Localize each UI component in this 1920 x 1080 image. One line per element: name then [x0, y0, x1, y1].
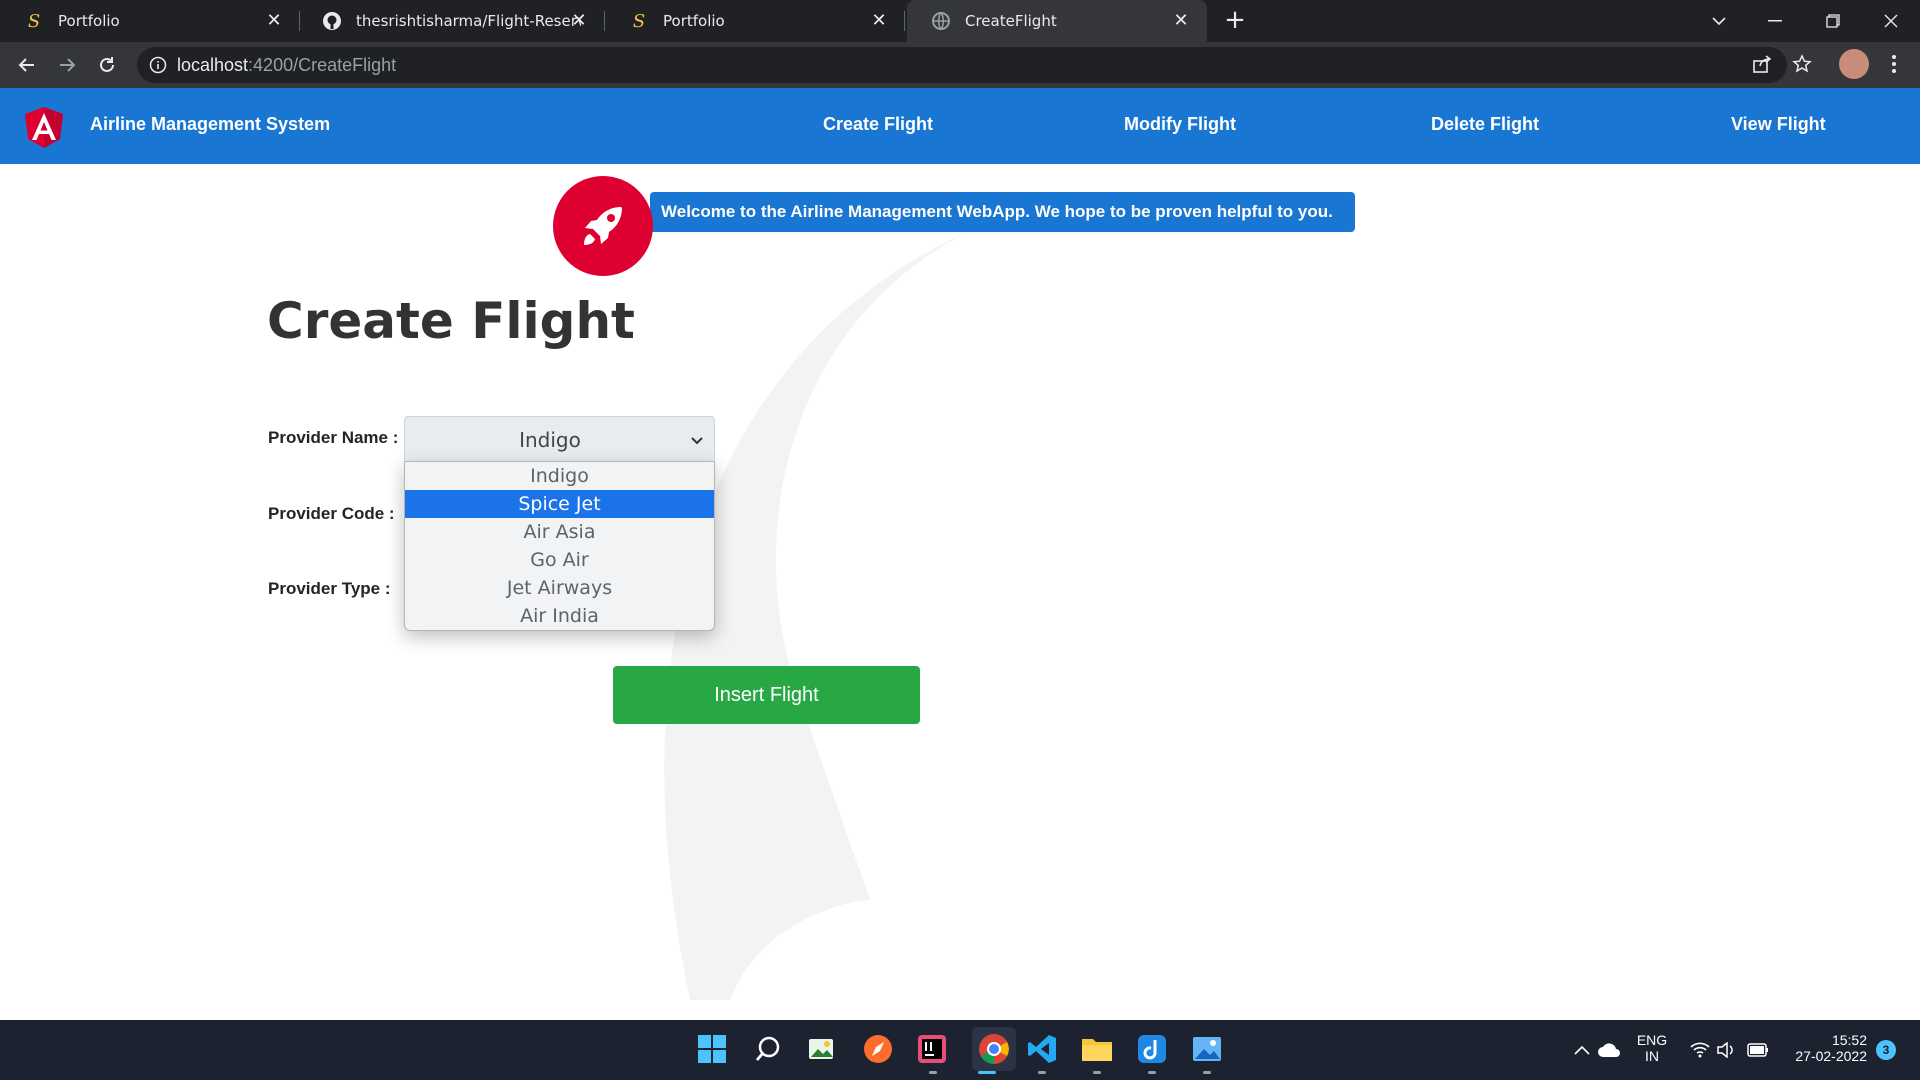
photo-editor-icon[interactable] [805, 1033, 837, 1065]
intellij-icon[interactable] [916, 1033, 948, 1065]
welcome-text: Welcome to the Airline Management WebApp… [661, 202, 1333, 221]
running-indicator [1093, 1071, 1101, 1074]
url-text: localhost:4200/CreateFlight [177, 55, 396, 76]
vscode-icon[interactable] [1026, 1033, 1058, 1065]
angular-logo-icon[interactable] [24, 106, 64, 148]
page-title: Create Flight [267, 292, 635, 350]
onedrive-cloud-icon[interactable] [1593, 1034, 1625, 1066]
tab-search-chevron-icon[interactable] [1704, 6, 1734, 36]
close-window-icon[interactable] [1876, 6, 1906, 36]
tab-portfolio-1[interactable]: S Portfolio ✕ [0, 0, 300, 42]
clock-time: 15:52 [1831, 1032, 1867, 1048]
site-info-icon[interactable] [149, 56, 167, 74]
option-indigo[interactable]: Indigo [405, 462, 714, 490]
running-indicator [1038, 1071, 1046, 1074]
url-path: :4200/CreateFlight [248, 55, 397, 75]
chrome-icon[interactable] [972, 1027, 1016, 1071]
language-indicator[interactable]: ENG IN [1632, 1032, 1672, 1064]
provider-name-label: Provider Name : [268, 428, 399, 447]
clock-date: 27-02-2022 [1795, 1048, 1867, 1064]
tab-title: thesrishtisharma/Flight-Reservati [356, 12, 581, 30]
option-air-asia[interactable]: Air Asia [405, 518, 714, 546]
volume-icon[interactable] [1711, 1034, 1743, 1066]
jdownloader-icon[interactable] [1136, 1033, 1168, 1065]
minimize-icon[interactable] [1760, 6, 1790, 36]
portfolio-s-icon: S [632, 10, 646, 32]
url-host: localhost [177, 55, 249, 75]
notification-badge[interactable]: 3 [1876, 1040, 1896, 1060]
tab-title: Portfolio [58, 12, 120, 30]
chevron-down-icon [691, 437, 703, 445]
option-go-air[interactable]: Go Air [405, 546, 714, 574]
file-explorer-icon[interactable] [1081, 1033, 1113, 1065]
share-icon[interactable] [1748, 50, 1776, 78]
browser-toolbar: localhost:4200/CreateFlight [0, 42, 1920, 88]
brand-title[interactable]: Airline Management System [90, 114, 330, 135]
welcome-banner: Welcome to the Airline Management WebApp… [650, 192, 1355, 232]
tab-title: Portfolio [663, 12, 725, 30]
new-tab-icon[interactable]: + [1222, 7, 1248, 34]
github-icon [322, 11, 342, 31]
globe-icon [931, 11, 951, 31]
option-air-india[interactable]: Air India [405, 602, 714, 630]
tab-strip: S Portfolio ✕ thesrishtisharma/Flight-Re… [0, 0, 1920, 42]
windows-start-icon[interactable] [696, 1033, 728, 1065]
running-indicator [1203, 1071, 1211, 1074]
address-bar[interactable]: localhost:4200/CreateFlight [137, 47, 1787, 83]
battery-icon[interactable] [1742, 1034, 1774, 1066]
close-icon[interactable]: ✕ [1171, 11, 1191, 31]
provider-name-select[interactable]: Indigo [404, 416, 715, 463]
nav-view-flight[interactable]: View Flight [1731, 114, 1826, 135]
search-icon[interactable] [752, 1033, 784, 1065]
back-arrow-icon[interactable] [13, 51, 41, 79]
photos-icon[interactable] [1191, 1033, 1223, 1065]
tab-portfolio-2[interactable]: S Portfolio ✕ [605, 0, 905, 42]
provider-name-value: Indigo [519, 428, 581, 452]
tab-createflight[interactable]: CreateFlight ✕ [907, 0, 1207, 42]
close-icon[interactable]: ✕ [264, 11, 284, 31]
active-indicator [978, 1071, 996, 1074]
portfolio-s-icon: S [27, 10, 41, 32]
app-navbar: Airline Management System Create Flight … [0, 88, 1920, 164]
nav-create-flight[interactable]: Create Flight [823, 114, 933, 135]
compass-app-icon[interactable] [862, 1033, 894, 1065]
provider-type-label: Provider Type : [268, 579, 391, 598]
running-indicator [1148, 1071, 1156, 1074]
insert-flight-button[interactable]: Insert Flight [613, 666, 920, 724]
forward-arrow-icon[interactable] [53, 51, 81, 79]
kebab-menu-icon[interactable] [1880, 50, 1908, 78]
nav-delete-flight[interactable]: Delete Flight [1431, 114, 1539, 135]
bookmark-star-icon[interactable] [1788, 50, 1816, 78]
language-code: ENG [1636, 1032, 1668, 1048]
option-spice-jet[interactable]: Spice Jet [405, 490, 714, 518]
provider-dropdown-list: Indigo Spice Jet Air Asia Go Air Jet Air… [404, 461, 715, 631]
nav-modify-flight[interactable]: Modify Flight [1124, 114, 1236, 135]
restore-icon[interactable] [1818, 6, 1848, 36]
close-icon[interactable]: ✕ [869, 11, 889, 31]
tab-title: CreateFlight [965, 12, 1057, 30]
running-indicator [929, 1071, 937, 1074]
option-jet-airways[interactable]: Jet Airways [405, 574, 714, 602]
provider-code-label: Provider Code : [268, 504, 395, 523]
close-icon[interactable]: ✕ [569, 11, 589, 31]
region-code: IN [1645, 1048, 1659, 1064]
rocket-icon [553, 176, 653, 276]
reload-icon[interactable] [93, 51, 121, 79]
profile-avatar[interactable] [1839, 49, 1869, 79]
clock[interactable]: 15:52 27-02-2022 [1783, 1032, 1873, 1064]
tab-github[interactable]: thesrishtisharma/Flight-Reservati ✕ [300, 0, 605, 42]
